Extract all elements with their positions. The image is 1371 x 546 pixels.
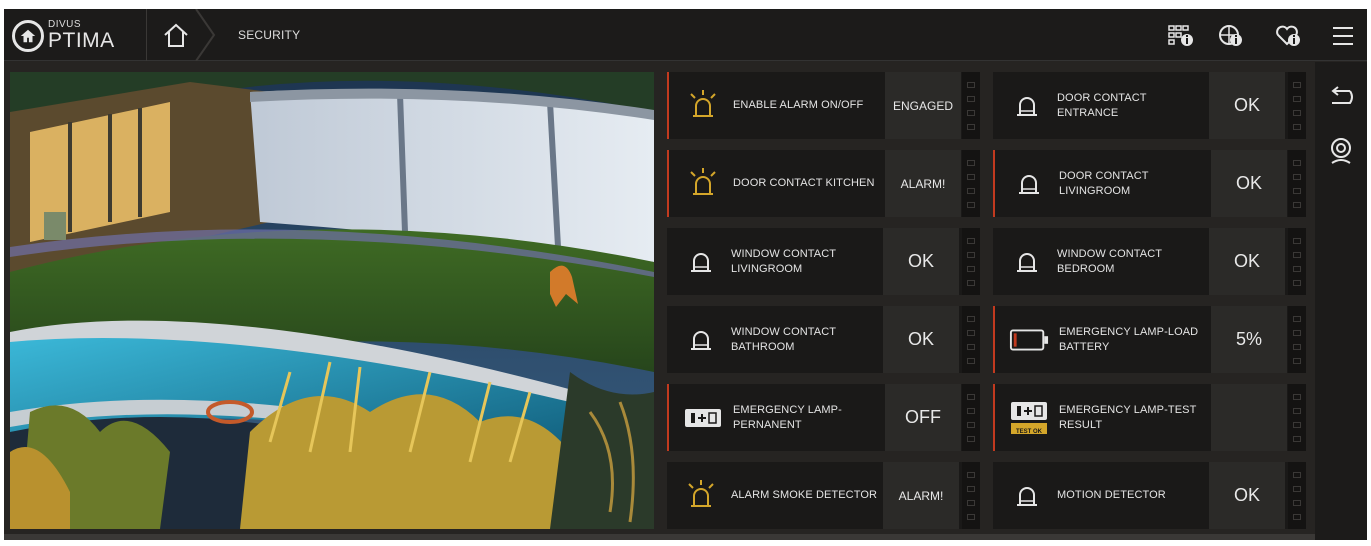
home-button[interactable] xyxy=(154,17,198,53)
tile-label: MOTION DETECTOR xyxy=(1057,489,1166,501)
camera-feed[interactable] xyxy=(10,72,654,529)
tile-value: ENGAGED xyxy=(885,72,961,139)
tile-value: OK xyxy=(1209,72,1285,139)
tile-side-handle[interactable] xyxy=(962,384,980,451)
tile-emergency-battery[interactable]: EMERGENCY LAMP-LOAD BATTERY 5% xyxy=(993,306,1306,373)
tile-value: 5% xyxy=(1211,306,1287,373)
menu-icon[interactable] xyxy=(1328,22,1358,50)
back-icon[interactable] xyxy=(1326,82,1356,112)
breadcrumb-security[interactable]: SECURITY xyxy=(238,28,300,42)
alarm-bell-icon xyxy=(683,86,723,126)
tile-smoke-detector[interactable]: ALARM SMOKE DETECTOR ALARM! xyxy=(667,462,980,529)
tile-value: OK xyxy=(883,228,959,295)
tile-emergency-test[interactable]: TEST OK EMERGENCY LAMP-TEST RESULT xyxy=(993,384,1306,451)
bell-icon xyxy=(1009,164,1049,204)
tile-value: ALARM! xyxy=(883,462,959,529)
tile-label: WINDOW CONTACT BEDROOM xyxy=(1057,247,1162,275)
tile-label: DOOR CONTACT LIVINGROOM xyxy=(1059,169,1149,197)
bottom-strip xyxy=(4,534,1315,540)
tile-side-handle[interactable] xyxy=(1288,150,1306,217)
tile-side-handle[interactable] xyxy=(962,228,980,295)
tile-side-handle[interactable] xyxy=(962,150,980,217)
tile-side-handle[interactable] xyxy=(1288,72,1306,139)
battery-icon xyxy=(1009,320,1049,360)
location-pin-icon[interactable] xyxy=(1326,137,1356,167)
header-divider xyxy=(146,9,147,61)
tile-side-handle[interactable] xyxy=(962,72,980,139)
tile-side-handle[interactable] xyxy=(1288,462,1306,529)
tile-window-bathroom[interactable]: WINDOW CONTACT BATHROOM OK xyxy=(667,306,980,373)
breadcrumb-chevron-icon xyxy=(195,9,216,61)
tile-enable-alarm[interactable]: ENABLE ALARM ON/OFF ENGAGED xyxy=(667,72,980,139)
tile-label: WINDOW CONTACT LIVINGROOM xyxy=(731,247,836,275)
home-icon xyxy=(164,23,188,47)
tile-value: OK xyxy=(883,306,959,373)
tile-emergency-permanent[interactable]: EMERGENCY LAMP-PERNANENT OFF xyxy=(667,384,980,451)
tile-label: EMERGENCY LAMP-LOAD BATTERY xyxy=(1059,325,1199,353)
bell-icon xyxy=(1007,476,1047,516)
tile-door-livingroom[interactable]: DOOR CONTACT LIVINGROOM OK xyxy=(993,150,1306,217)
tile-label: EMERGENCY LAMP-TEST RESULT xyxy=(1059,403,1197,431)
bell-icon xyxy=(681,242,721,282)
tile-value: ALARM! xyxy=(885,150,961,217)
bell-icon xyxy=(681,320,721,360)
tile-value: OK xyxy=(1209,228,1285,295)
tile-value: OFF xyxy=(885,384,961,451)
tile-label: ALARM SMOKE DETECTOR xyxy=(731,489,878,501)
tile-side-handle[interactable] xyxy=(1288,384,1306,451)
tile-side-handle[interactable] xyxy=(1288,306,1306,373)
lamp-icon xyxy=(683,398,723,438)
top-bar: DIVUS PTIMA SECURITY xyxy=(4,9,1367,61)
tile-side-handle[interactable] xyxy=(962,306,980,373)
right-rail xyxy=(1315,62,1367,540)
tile-window-bedroom[interactable]: WINDOW CONTACT BEDROOM OK xyxy=(993,228,1306,295)
alarm-bell-icon xyxy=(683,164,723,204)
globe-info-icon[interactable] xyxy=(1216,22,1246,50)
logo-home-icon xyxy=(12,20,44,52)
tile-value: OK xyxy=(1211,150,1287,217)
tile-label: WINDOW CONTACT BATHROOM xyxy=(731,325,836,353)
alarm-bell-icon xyxy=(681,476,721,516)
tile-value: OK xyxy=(1209,462,1285,529)
logo-product: PTIMA xyxy=(48,29,115,52)
tile-value xyxy=(1211,384,1287,451)
tile-label: ENABLE ALARM ON/OFF xyxy=(733,99,864,111)
tile-motion-detector[interactable]: MOTION DETECTOR OK xyxy=(993,462,1306,529)
tile-door-entrance[interactable]: DOOR CONTACT ENTRANCE OK xyxy=(993,72,1306,139)
tile-label: DOOR CONTACT ENTRANCE xyxy=(1057,91,1147,119)
tile-door-kitchen[interactable]: DOOR CONTACT KITCHEN ALARM! xyxy=(667,150,980,217)
tile-window-livingroom[interactable]: WINDOW CONTACT LIVINGROOM OK xyxy=(667,228,980,295)
tile-side-handle[interactable] xyxy=(962,462,980,529)
logo: DIVUS PTIMA xyxy=(12,18,144,52)
tile-side-handle[interactable] xyxy=(1288,228,1306,295)
test-badge: TEST OK xyxy=(1015,429,1042,435)
tile-label: EMERGENCY LAMP-PERNANENT xyxy=(733,403,842,431)
camera-image xyxy=(10,72,654,529)
bell-icon xyxy=(1007,242,1047,282)
lamp-test-icon: TEST OK xyxy=(1009,398,1049,438)
app-window: DIVUS PTIMA SECURITY ENABLE ALARM ON/OFF… xyxy=(4,9,1367,540)
bell-icon xyxy=(1007,86,1047,126)
tile-label: DOOR CONTACT KITCHEN xyxy=(733,177,875,189)
grid-info-icon[interactable] xyxy=(1166,22,1196,50)
heart-info-icon[interactable] xyxy=(1274,22,1304,50)
